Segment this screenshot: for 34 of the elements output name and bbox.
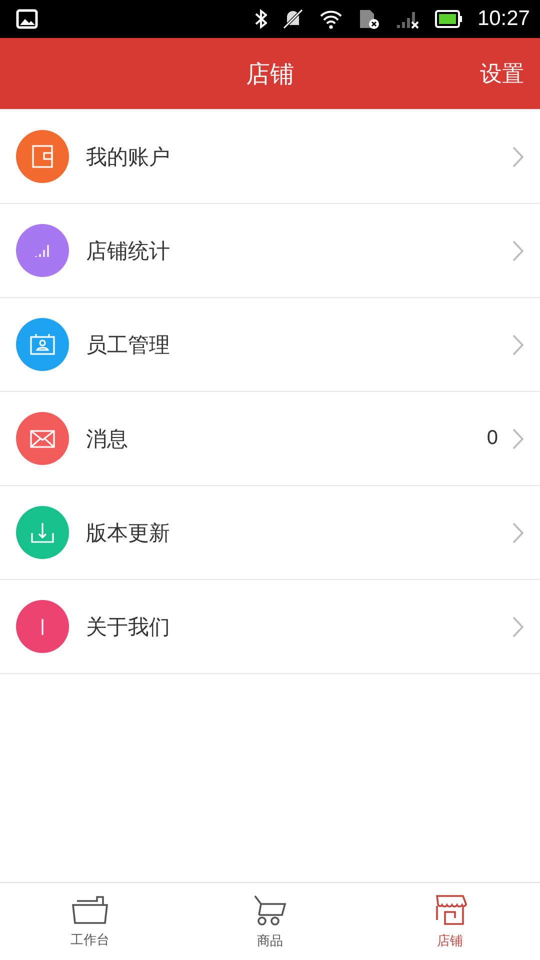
menu-label: 员工管理 <box>86 332 171 358</box>
menu-item[interactable]: 我的账户 <box>0 110 540 204</box>
page-title: 店铺 <box>246 58 294 90</box>
settings-button[interactable]: 设置 <box>480 58 524 88</box>
chevron-right-icon <box>512 240 524 262</box>
chevron-right-icon <box>512 334 524 356</box>
folder-icon <box>71 894 109 924</box>
cart-icon <box>253 894 287 926</box>
mute-icon <box>281 8 306 30</box>
nav-tab[interactable]: 商品 <box>180 883 360 960</box>
sim-icon <box>357 8 382 30</box>
menu-item[interactable]: 关于我们 <box>0 580 540 674</box>
menu-label: 店铺统计 <box>86 238 171 264</box>
battery-icon <box>435 10 464 28</box>
chevron-right-icon <box>512 428 524 450</box>
nav-tab[interactable]: 店铺 <box>360 883 540 960</box>
chevron-right-icon <box>512 146 524 168</box>
chevron-right-icon <box>512 616 524 638</box>
menu-label: 消息 <box>86 426 129 452</box>
chevron-right-icon <box>512 522 524 544</box>
menu-label: 关于我们 <box>86 614 171 640</box>
menu-item[interactable]: 消息 0 <box>0 392 540 486</box>
nav-tab[interactable]: 工作台 <box>0 883 180 960</box>
image-icon <box>16 9 38 29</box>
menu-item[interactable]: 版本更新 <box>0 486 540 580</box>
status-time: 10:27 <box>477 7 530 31</box>
bluetooth-icon <box>255 9 268 29</box>
wifi-icon <box>319 9 344 29</box>
message-count: 0 <box>486 427 498 450</box>
menu-item[interactable]: 店铺统计 <box>0 204 540 298</box>
signal-icon <box>395 9 422 29</box>
menu-item[interactable]: 员工管理 <box>0 298 540 392</box>
menu-label: 我的账户 <box>86 144 171 170</box>
menu-label: 版本更新 <box>86 520 171 546</box>
